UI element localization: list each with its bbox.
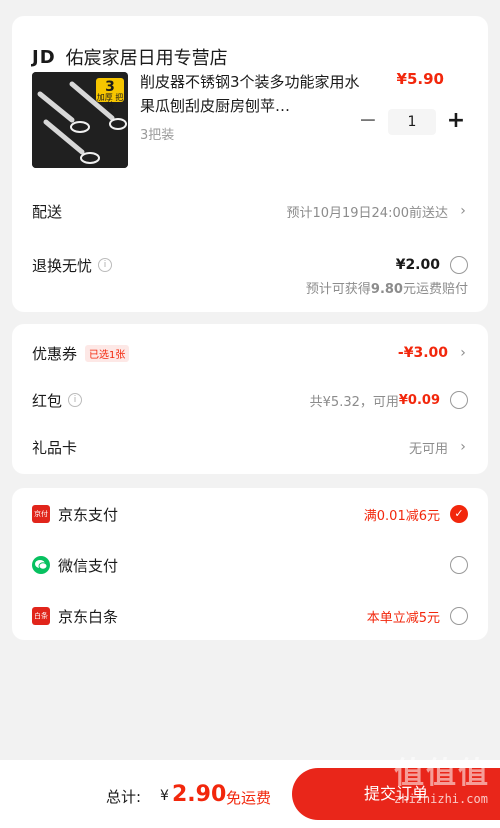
baitiao-label: 京东白条 [58, 607, 119, 626]
delivery-estimate: 预计10月19日24:00前送达 [286, 205, 448, 221]
total-amount: 2.90 [172, 782, 227, 807]
note-suffix: 元运费赔付 [402, 282, 468, 297]
product-price: ¥5.90 [396, 70, 444, 88]
product-title[interactable]: 削皮器不锈钢3个装多功能家用水果瓜刨刮皮厨房刨苹… [140, 70, 360, 118]
coupon-selected-badge: 已选1张 [85, 344, 130, 362]
store-card: JD 佑宸家居日用专营店 3 加厚 把装 削皮器不锈钢3个装多功能家用水果瓜刨刮… [12, 16, 488, 312]
wechat-pay-option[interactable]: 微信支付 [32, 550, 468, 580]
store-header[interactable]: JD 佑宸家居日用专营店 [32, 44, 228, 70]
gift-card-row[interactable]: 礼品卡 无可用 › [32, 432, 468, 462]
badge-text: 加厚 把装 [96, 93, 124, 110]
red-packet-row[interactable]: 红包 i 共¥5.32，可用 ¥0.09 [32, 385, 468, 415]
jd-pay-promo: 满0.01减6元 [363, 508, 440, 524]
wechat-icon [32, 556, 50, 574]
free-shipping-label: 免运费 [226, 789, 272, 807]
watermark-logo: 值值值 [394, 756, 490, 791]
jd-logo: JD [32, 46, 56, 68]
baitiao-icon: 白条 [32, 607, 50, 625]
coupon-label: 优惠券 [32, 344, 78, 363]
gift-card-value: 无可用 [408, 441, 448, 457]
total-label: 总计: [106, 788, 142, 806]
watermark-site: zhizhizhi.com [394, 792, 488, 806]
info-icon[interactable]: i [68, 393, 83, 407]
red-packet-label: 红包 [32, 391, 63, 410]
baitiao-promo: 本单立减5元 [366, 610, 440, 626]
red-packet-radio[interactable] [450, 391, 468, 409]
wechat-pay-radio[interactable] [450, 556, 468, 574]
discounts-card: 优惠券 已选1张 -¥3.00 › 红包 i 共¥5.32，可用 ¥0.09 礼… [12, 324, 488, 474]
decrement-button[interactable]: − [356, 108, 380, 136]
return-insurance-radio[interactable] [450, 256, 468, 274]
note-amount: 9.80 [370, 282, 403, 297]
product-spec: 3把装 [140, 128, 175, 143]
jd-pay-icon: 京付 [32, 505, 50, 523]
jd-pay-option[interactable]: 京付 京东支付 满0.01减6元 ✓ [32, 499, 468, 529]
payment-card: 京付 京东支付 满0.01减6元 ✓ 微信支付 白条 京东白条 本单立减5元 [12, 488, 488, 640]
return-insurance-label: 退换无忧 [32, 256, 93, 275]
delivery-row[interactable]: 配送 预计10月19日24:00前送达 › [32, 196, 468, 226]
increment-button[interactable]: + [444, 108, 468, 136]
store-name[interactable]: 佑宸家居日用专营店 [66, 44, 228, 70]
jd-pay-label: 京东支付 [58, 505, 119, 524]
chevron-right-icon: › [460, 203, 466, 219]
red-packet-usable: ¥0.09 [398, 392, 440, 408]
jd-pay-radio-checked[interactable]: ✓ [450, 505, 468, 523]
badge-number: 3 [105, 79, 115, 95]
product-image[interactable]: 3 加厚 把装 [32, 72, 128, 168]
quantity-stepper: − 1 + [356, 108, 468, 136]
info-icon[interactable]: i [98, 258, 113, 272]
baitiao-option[interactable]: 白条 京东白条 本单立减5元 [32, 601, 468, 631]
red-packet-total: 共¥5.32，可用 [309, 394, 399, 410]
return-insurance-note: 预计可获得9.80元运费赔付 [306, 278, 468, 297]
chevron-right-icon: › [460, 439, 466, 455]
note-prefix: 预计可获得 [305, 282, 371, 297]
return-insurance-price: ¥2.00 [395, 257, 440, 273]
wechat-pay-label: 微信支付 [58, 556, 119, 575]
gift-card-label: 礼品卡 [32, 438, 78, 457]
coupon-value: -¥3.00 [397, 345, 448, 361]
watermark: 值值值 zhizhizhi.com [394, 748, 490, 806]
delivery-label: 配送 [32, 202, 63, 221]
quantity-input[interactable]: 1 [388, 109, 436, 135]
total-currency: ¥ [160, 788, 169, 804]
chevron-right-icon: › [460, 345, 466, 361]
product-badge: 3 加厚 把装 [96, 78, 124, 110]
coupon-row[interactable]: 优惠券 已选1张 -¥3.00 › [32, 338, 468, 368]
return-insurance-row[interactable]: 退换无忧 i ¥2.00 [32, 250, 468, 280]
baitiao-radio[interactable] [450, 607, 468, 625]
